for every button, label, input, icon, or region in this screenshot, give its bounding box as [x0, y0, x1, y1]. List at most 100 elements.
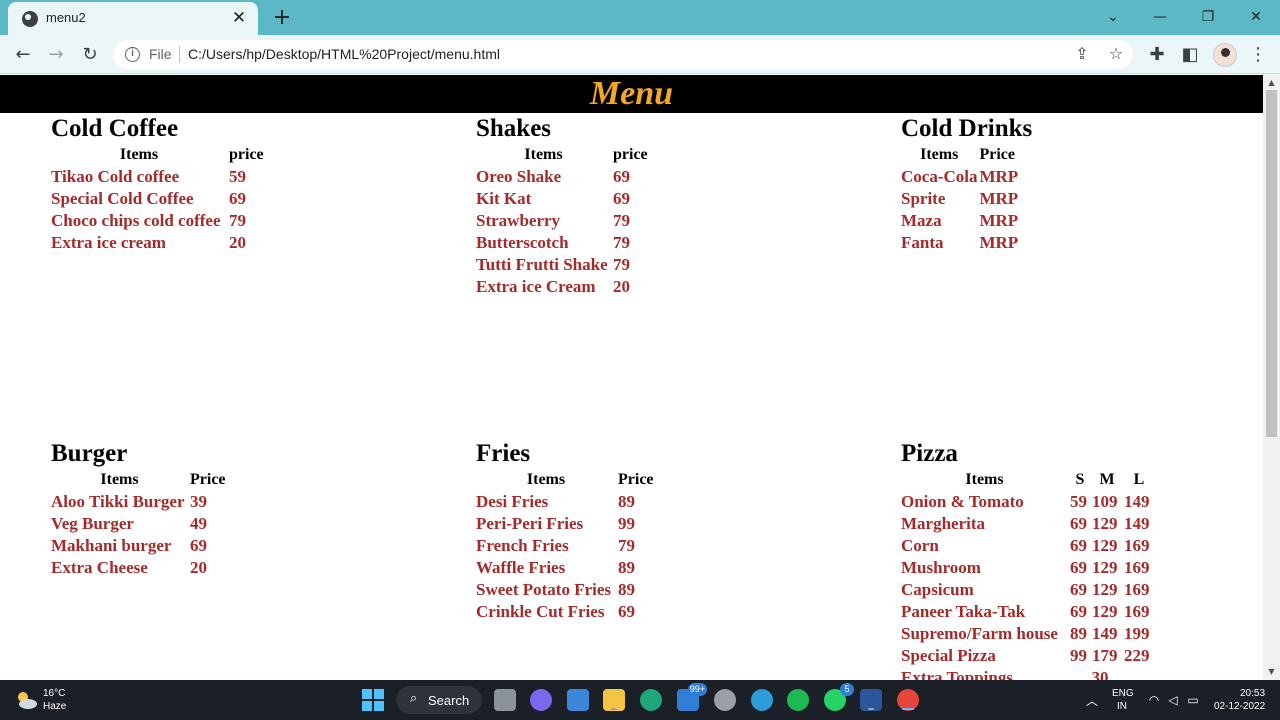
column-header-items: Items: [526, 471, 566, 488]
item-name: Paneer Taka-Tak: [901, 602, 1026, 621]
item-price: 69: [613, 167, 630, 186]
item-name: Extra ice Cream: [476, 277, 596, 296]
item-name: Choco chips cold coffee: [51, 211, 221, 230]
star-icon[interactable]: ☆: [1105, 43, 1127, 65]
section-heading: Cold Drinks: [901, 115, 1033, 142]
region-indicator[interactable]: IN: [1117, 701, 1127, 712]
clock-time[interactable]: 20:53: [1240, 688, 1265, 699]
taskbar-search-button[interactable]: ⌕ Search: [396, 686, 482, 714]
price-l: 199: [1124, 624, 1150, 643]
volume-icon[interactable]: ◁: [1165, 692, 1181, 708]
kebab-menu-icon[interactable]: ⋮: [1244, 41, 1272, 69]
table-row: Capsicum 69 129 169: [901, 579, 1154, 601]
scroll-down-icon[interactable]: ▼: [1263, 665, 1280, 679]
item-price: 69: [229, 189, 246, 208]
weather-description[interactable]: Haze: [43, 701, 66, 712]
url-scheme-label: File: [149, 46, 172, 62]
item-name: Coca-Cola: [901, 167, 978, 186]
weather-icon[interactable]: [14, 689, 38, 711]
teams-chat-icon[interactable]: [530, 689, 552, 711]
scroll-thumb[interactable]: [1266, 90, 1277, 437]
file-explorer-icon[interactable]: [603, 689, 625, 711]
chrome-icon[interactable]: [897, 689, 919, 711]
item-price: MRP: [979, 233, 1019, 252]
edge-icon[interactable]: [640, 689, 662, 711]
column-header-price: Price: [190, 471, 226, 488]
restore-button[interactable]: ❐: [1193, 4, 1223, 30]
info-icon[interactable]: i: [125, 47, 140, 62]
browser-tab[interactable]: menu2 ✕: [8, 2, 258, 35]
tab-title: menu2: [46, 10, 86, 25]
help-icon[interactable]: [751, 689, 773, 711]
item-name: Extra Cheese: [51, 558, 148, 577]
item-name: Fanta: [901, 233, 944, 252]
price-s: 69: [1070, 558, 1087, 577]
reload-icon[interactable]: ↻: [76, 41, 104, 69]
spotify-icon[interactable]: [787, 689, 809, 711]
battery-icon[interactable]: ▭: [1185, 692, 1201, 708]
table-row: Tutti Frutti Shake 79: [476, 254, 648, 276]
tab-search-chevron-icon[interactable]: ⌄: [1098, 4, 1128, 30]
minimize-button[interactable]: —: [1145, 4, 1175, 30]
whatsapp-icon[interactable]: 5: [824, 683, 854, 711]
weather-temperature[interactable]: 16°C: [43, 688, 65, 699]
new-tab-button[interactable]: +: [270, 6, 294, 30]
extensions-icon[interactable]: ✚: [1143, 41, 1171, 69]
item-price: 79: [613, 255, 630, 274]
column-header-price: price: [613, 146, 648, 163]
table-row: Mushroom 69 129 169: [901, 557, 1154, 579]
store-icon[interactable]: [567, 689, 589, 711]
task-view-icon[interactable]: [494, 689, 516, 711]
table-row: Waffle Fries 89: [476, 557, 654, 579]
profile-avatar[interactable]: [1213, 43, 1237, 67]
tray-chevron-icon[interactable]: ︿: [1086, 692, 1098, 709]
column-header-price: Price: [979, 146, 1016, 163]
item-name: Oreo Shake: [476, 167, 562, 186]
vertical-scrollbar[interactable]: ▲ ▼: [1263, 75, 1280, 680]
price-l: 229: [1124, 646, 1150, 665]
mail-icon[interactable]: 99+: [677, 683, 707, 711]
price-s: 69: [1070, 580, 1087, 599]
back-arrow-icon[interactable]: ←: [9, 41, 37, 69]
table-row: Coca-Cola MRP: [901, 166, 1018, 188]
close-window-button[interactable]: ✕: [1241, 4, 1271, 30]
clock-date[interactable]: 02-12-2022: [1214, 701, 1265, 712]
word-icon[interactable]: [860, 689, 882, 711]
section-cold-coffee: Cold Coffee Items price Tikao Cold coffe…: [51, 114, 266, 254]
price-m: 129: [1092, 536, 1118, 555]
table-row: Paneer Taka-Tak 69 129 169: [901, 601, 1154, 623]
share-icon[interactable]: ⇪: [1071, 43, 1093, 65]
item-name: Kit Kat: [476, 189, 532, 208]
item-name: Corn: [901, 536, 939, 555]
table-row: Maza MRP: [901, 210, 1018, 232]
scroll-up-icon[interactable]: ▲: [1263, 76, 1280, 90]
globe-icon: [22, 11, 38, 27]
table-row: Extra ice cream 20: [51, 232, 264, 254]
side-panel-icon[interactable]: ◧: [1176, 41, 1204, 69]
table-row: Supremo/Farm house 89 149 199: [901, 623, 1154, 645]
table-row: Makhani burger 69: [51, 535, 226, 557]
url-text[interactable]: C:/Users/hp/Desktop/HTML%20Project/menu.…: [188, 46, 500, 62]
start-icon[interactable]: [362, 689, 384, 711]
forward-arrow-icon[interactable]: →: [42, 41, 70, 69]
tab-strip: menu2 ✕ + ⌄ — ❐ ✕: [0, 0, 1280, 35]
item-name: Aloo Tikki Burger: [51, 492, 185, 511]
price-s: 69: [1070, 602, 1087, 621]
table-row: Special Pizza 99 179 229: [901, 645, 1154, 667]
section-heading: Burger: [51, 440, 128, 467]
settings-icon[interactable]: [714, 689, 736, 711]
section-heading: Pizza: [901, 440, 958, 467]
menu-table: Items price Oreo Shake 69 Kit Kat 69 Straw…: [474, 144, 650, 298]
table-row: Crinkle Cut Fries 69: [476, 601, 654, 623]
address-bar[interactable]: i File C:/Users/hp/Desktop/HTML%20Projec…: [113, 40, 1133, 69]
search-label: Search: [428, 693, 470, 708]
item-price: 69: [613, 189, 630, 208]
wifi-icon[interactable]: ◠: [1146, 692, 1162, 708]
item-price: 79: [613, 211, 630, 230]
item-price: 69: [618, 602, 635, 621]
language-indicator[interactable]: ENG: [1112, 688, 1134, 699]
item-name: Butterscotch: [476, 233, 569, 252]
close-tab-button[interactable]: ✕: [228, 7, 250, 29]
column-header-size-s: S: [1075, 471, 1085, 488]
price-s: 69: [1070, 536, 1087, 555]
